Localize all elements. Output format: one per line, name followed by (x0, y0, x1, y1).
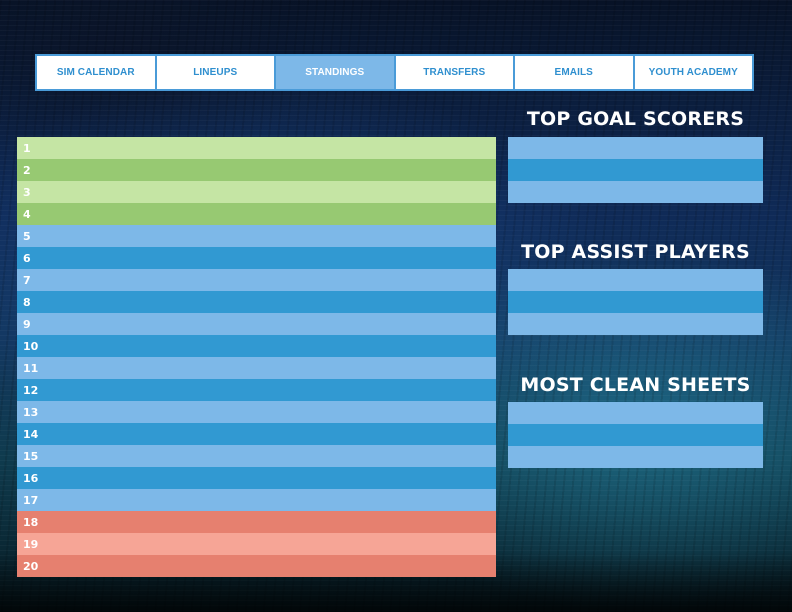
tab-standings[interactable]: STANDINGS (276, 56, 394, 89)
standings-row[interactable]: 1 (17, 137, 496, 159)
standings-row[interactable]: 20 (17, 555, 496, 577)
standings-row[interactable]: 12 (17, 379, 496, 401)
position-number: 11 (23, 361, 39, 375)
position-number: 2 (23, 163, 31, 177)
list-item[interactable] (508, 159, 763, 181)
position-number: 6 (23, 251, 31, 265)
tab-youth-academy[interactable]: YOUTH ACADEMY (634, 56, 752, 89)
standings-row[interactable]: 16 (17, 467, 496, 489)
position-number: 3 (23, 185, 31, 199)
tab-transfers[interactable]: TRANSFERS (395, 56, 513, 89)
list-item[interactable] (508, 313, 763, 335)
list-item[interactable] (508, 137, 763, 159)
position-number: 14 (23, 427, 39, 441)
standings-row[interactable]: 7 (17, 269, 496, 291)
position-number: 1 (23, 141, 31, 155)
list-item[interactable] (508, 269, 763, 291)
position-number: 19 (23, 537, 39, 551)
position-number: 4 (23, 207, 31, 221)
standings-row[interactable]: 18 (17, 511, 496, 533)
tab-lineups[interactable]: LINEUPS (156, 56, 274, 89)
list-item[interactable] (508, 424, 763, 446)
top-goal-scorers-title: TOP GOAL SCORERS (526, 108, 745, 130)
list-item[interactable] (508, 402, 763, 424)
list-item[interactable] (508, 181, 763, 203)
tab-emails[interactable]: EMAILS (515, 56, 633, 89)
top-assist-players-list (508, 269, 763, 335)
standings-row[interactable]: 4 (17, 203, 496, 225)
most-clean-sheets-list (508, 402, 763, 468)
standings-row[interactable]: 11 (17, 357, 496, 379)
position-number: 17 (23, 493, 39, 507)
position-number: 18 (23, 515, 39, 529)
standings-row[interactable]: 2 (17, 159, 496, 181)
position-number: 16 (23, 471, 39, 485)
position-number: 10 (23, 339, 39, 353)
position-number: 13 (23, 405, 39, 419)
standings-table: 1 2 3 4 5 6 7 8 9 10 11 12 13 14 15 16 1… (17, 137, 496, 577)
main-navigation: SIM CALENDAR LINEUPS STANDINGS TRANSFERS… (35, 54, 754, 91)
standings-row[interactable]: 14 (17, 423, 496, 445)
position-number: 5 (23, 229, 31, 243)
position-number: 9 (23, 317, 31, 331)
standings-row[interactable]: 13 (17, 401, 496, 423)
top-assist-players-title: TOP ASSIST PLAYERS (521, 241, 750, 263)
position-number: 7 (23, 273, 31, 287)
list-item[interactable] (508, 446, 763, 468)
standings-row[interactable]: 10 (17, 335, 496, 357)
list-item[interactable] (508, 291, 763, 313)
standings-row[interactable]: 15 (17, 445, 496, 467)
standings-row[interactable]: 6 (17, 247, 496, 269)
standings-row[interactable]: 5 (17, 225, 496, 247)
standings-row[interactable]: 19 (17, 533, 496, 555)
standings-row[interactable]: 17 (17, 489, 496, 511)
position-number: 15 (23, 449, 39, 463)
top-goal-scorers-list (508, 137, 763, 203)
position-number: 20 (23, 559, 39, 573)
standings-row[interactable]: 9 (17, 313, 496, 335)
position-number: 12 (23, 383, 39, 397)
tab-sim-calendar[interactable]: SIM CALENDAR (37, 56, 155, 89)
standings-row[interactable]: 8 (17, 291, 496, 313)
standings-row[interactable]: 3 (17, 181, 496, 203)
position-number: 8 (23, 295, 31, 309)
most-clean-sheets-title: MOST CLEAN SHEETS (520, 374, 751, 396)
